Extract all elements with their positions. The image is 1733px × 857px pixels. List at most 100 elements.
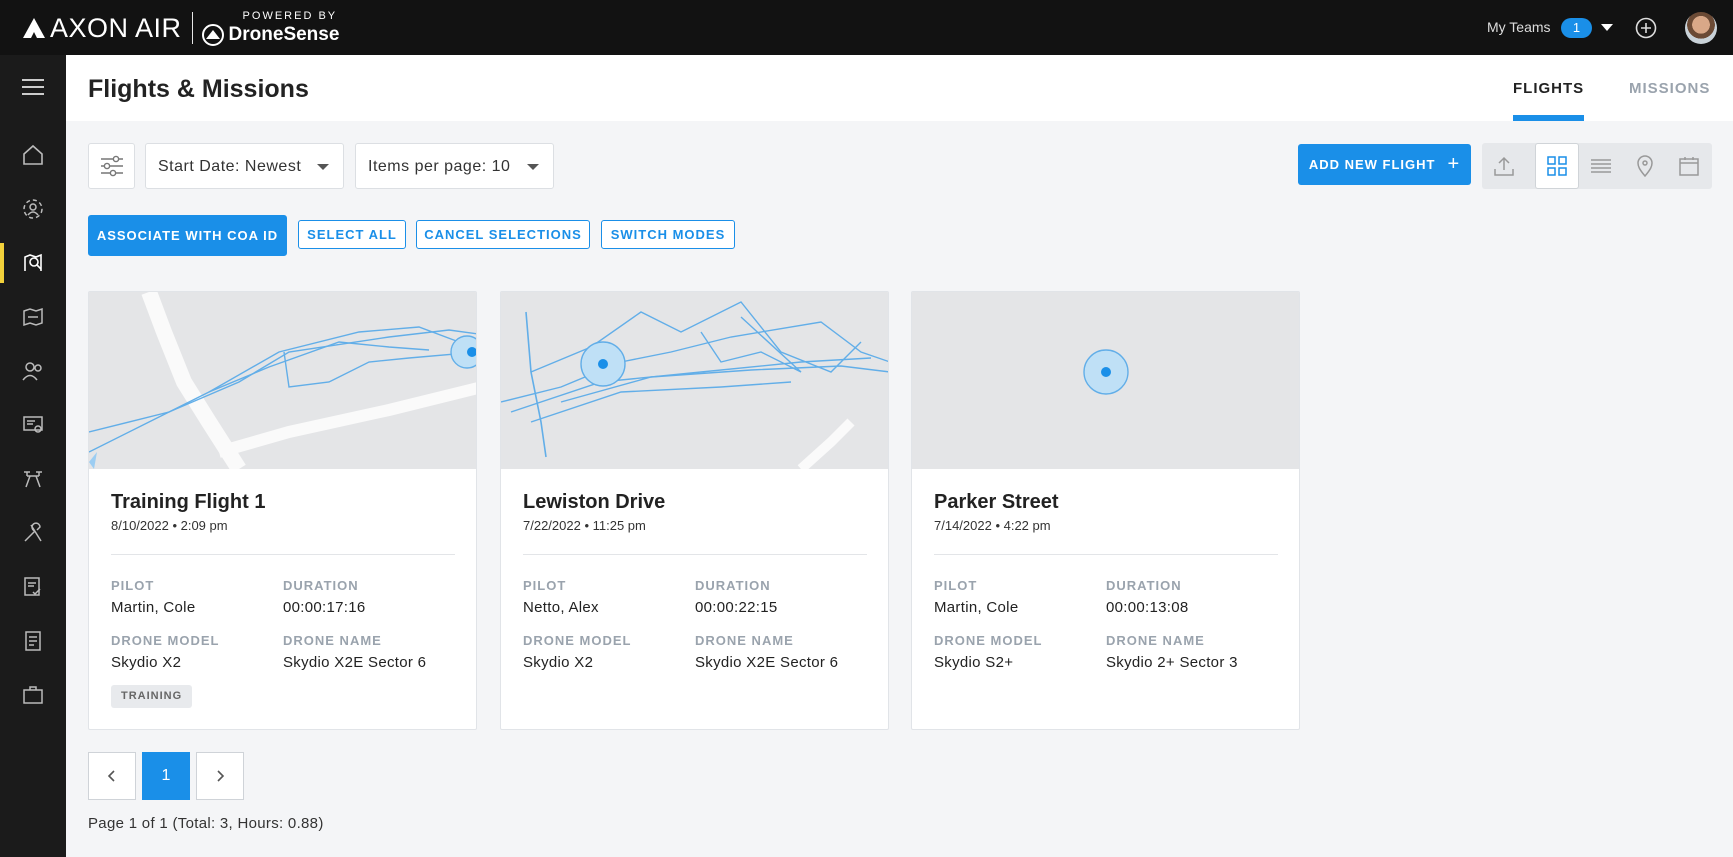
tools-icon[interactable] bbox=[0, 509, 66, 557]
drone-name-value: Skydio 2+ Sector 3 bbox=[1106, 654, 1238, 671]
chevron-left-icon bbox=[107, 770, 115, 782]
pilot-label: PILOT bbox=[111, 578, 155, 593]
filter-sliders-icon bbox=[100, 155, 123, 177]
my-teams-label[interactable]: My Teams bbox=[1487, 19, 1551, 35]
cancel-selections-button[interactable]: CANCEL SELECTIONS bbox=[416, 220, 590, 249]
flight-date: 7/22/2022 • 11:25 pm bbox=[523, 518, 646, 533]
dronesense-logo-icon bbox=[201, 23, 224, 46]
select-all-button[interactable]: SELECT ALL bbox=[298, 220, 406, 249]
items-per-page-select[interactable]: Items per page: 10 bbox=[355, 143, 554, 189]
active-tab-indicator bbox=[1513, 115, 1584, 121]
pilot-label: PILOT bbox=[523, 578, 567, 593]
pilot-value: Netto, Alex bbox=[523, 599, 599, 616]
page-info: Page 1 of 1 (Total: 3, Hours: 0.88) bbox=[88, 815, 324, 832]
drone-model-value: Skydio X2 bbox=[523, 654, 594, 671]
card-divider bbox=[523, 554, 867, 555]
map-pin-icon bbox=[1637, 155, 1653, 177]
drone-model-label: DRONE MODEL bbox=[523, 633, 632, 648]
filter-button[interactable] bbox=[88, 143, 135, 189]
flight-date: 8/10/2022 • 2:09 pm bbox=[111, 518, 228, 533]
chevron-down-icon bbox=[527, 164, 539, 170]
menu-icon[interactable] bbox=[0, 63, 66, 111]
view-switcher bbox=[1482, 143, 1712, 189]
plus-icon: + bbox=[1447, 153, 1461, 175]
calendar-icon bbox=[1679, 157, 1699, 176]
tab-flights[interactable]: FLIGHTS bbox=[1513, 80, 1584, 97]
drone-name-value: Skydio X2E Sector 6 bbox=[283, 654, 427, 671]
certificates-icon[interactable] bbox=[0, 401, 66, 449]
drone-name-label: DRONE NAME bbox=[695, 633, 794, 648]
flight-date: 7/14/2022 • 4:22 pm bbox=[934, 518, 1051, 533]
flight-path-map bbox=[501, 292, 888, 473]
powered-by-label: POWERED BY bbox=[242, 9, 338, 22]
duration-label: DURATION bbox=[283, 578, 359, 593]
chevron-right-icon bbox=[217, 770, 225, 782]
sort-select[interactable]: Start Date: Newest bbox=[145, 143, 344, 189]
next-page-button[interactable] bbox=[196, 752, 244, 800]
page-1-button[interactable]: 1 bbox=[142, 752, 190, 800]
drone-icon[interactable] bbox=[0, 455, 66, 503]
brand-name: AXON AIR bbox=[50, 12, 182, 43]
partner-name: DroneSense bbox=[228, 24, 340, 45]
calendar-view-button[interactable] bbox=[1667, 143, 1711, 189]
drone-model-label: DRONE MODEL bbox=[934, 633, 1043, 648]
page-title: Flights & Missions bbox=[88, 75, 309, 103]
top-bar: AXON AIR POWERED BY DroneSense My Teams … bbox=[0, 0, 1733, 55]
maps-icon[interactable] bbox=[0, 293, 66, 341]
flight-path-map bbox=[912, 292, 1299, 469]
duration-value: 00:00:22:15 bbox=[695, 599, 778, 616]
operations-icon[interactable] bbox=[0, 185, 66, 233]
grid-icon bbox=[1547, 156, 1567, 176]
list-icon bbox=[1591, 159, 1611, 173]
associate-coa-button[interactable]: ASSOCIATE WITH COA ID bbox=[88, 215, 287, 256]
pilot-value: Martin, Cole bbox=[111, 599, 196, 616]
brand-logo[interactable]: AXON AIR POWERED BY DroneSense bbox=[22, 10, 339, 46]
add-new-flight-label: ADD NEW FLIGHT bbox=[1308, 157, 1436, 172]
flight-card[interactable]: Training Flight 1 8/10/2022 • 2:09 pm PI… bbox=[88, 291, 477, 730]
grid-view-button[interactable] bbox=[1535, 143, 1579, 189]
tab-missions[interactable]: MISSIONS bbox=[1629, 80, 1710, 97]
chevron-down-icon bbox=[317, 164, 329, 170]
duration-value: 00:00:13:08 bbox=[1106, 599, 1189, 616]
brand-divider bbox=[191, 12, 193, 44]
flight-card[interactable]: Lewiston Drive 7/22/2022 • 11:25 pm PILO… bbox=[500, 291, 889, 730]
flight-title[interactable]: Lewiston Drive bbox=[523, 491, 665, 514]
flights-nav-icon[interactable] bbox=[0, 239, 66, 287]
sort-select-value: Start Date: Newest bbox=[158, 158, 302, 175]
flight-title[interactable]: Training Flight 1 bbox=[111, 491, 265, 514]
map-view-button[interactable] bbox=[1623, 143, 1667, 189]
drone-name-label: DRONE NAME bbox=[283, 633, 382, 648]
list-view-button[interactable] bbox=[1579, 143, 1623, 189]
teams-dropdown-icon[interactable] bbox=[1601, 24, 1613, 31]
add-new-flight-button[interactable]: ADD NEW FLIGHT + bbox=[1298, 144, 1471, 185]
prev-page-button[interactable] bbox=[88, 752, 136, 800]
items-per-page-value: Items per page: 10 bbox=[368, 158, 511, 175]
reports-icon[interactable] bbox=[0, 617, 66, 665]
pilot-label: PILOT bbox=[934, 578, 978, 593]
flight-path-map bbox=[89, 292, 476, 474]
briefcase-icon[interactable] bbox=[0, 671, 66, 719]
people-icon[interactable] bbox=[0, 347, 66, 395]
sidebar bbox=[0, 55, 66, 857]
user-avatar[interactable] bbox=[1685, 12, 1717, 44]
switch-modes-button[interactable]: SWITCH MODES bbox=[601, 220, 735, 249]
flight-title[interactable]: Parker Street bbox=[934, 491, 1059, 514]
duration-label: DURATION bbox=[1106, 578, 1182, 593]
home-icon[interactable] bbox=[0, 131, 66, 179]
duration-label: DURATION bbox=[695, 578, 771, 593]
teams-count-badge[interactable]: 1 bbox=[1561, 18, 1592, 38]
drone-name-label: DRONE NAME bbox=[1106, 633, 1205, 648]
add-circle-icon[interactable] bbox=[1635, 17, 1657, 44]
drone-model-value: Skydio X2 bbox=[111, 654, 182, 671]
page-header: Flights & Missions FLIGHTS MISSIONS bbox=[66, 55, 1733, 121]
pilot-value: Martin, Cole bbox=[934, 599, 1019, 616]
checklist-icon[interactable] bbox=[0, 563, 66, 611]
drone-model-label: DRONE MODEL bbox=[111, 633, 220, 648]
card-divider bbox=[934, 554, 1278, 555]
flight-card[interactable]: Parker Street 7/14/2022 • 4:22 pm PILOT … bbox=[911, 291, 1300, 730]
axon-triangle-icon bbox=[23, 18, 45, 38]
upload-button[interactable] bbox=[1482, 143, 1526, 189]
card-divider bbox=[111, 554, 455, 555]
upload-icon bbox=[1494, 156, 1514, 176]
drone-name-value: Skydio X2E Sector 6 bbox=[695, 654, 839, 671]
